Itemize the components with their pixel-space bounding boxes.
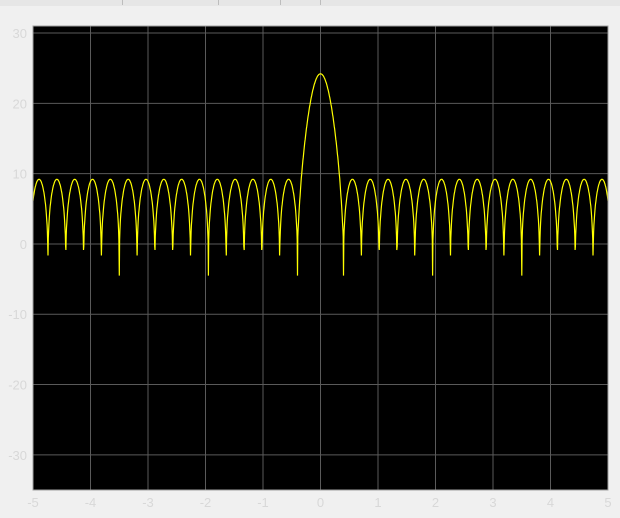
x-tick-label: -4 bbox=[85, 495, 97, 510]
y-tick-label: 20 bbox=[13, 96, 27, 111]
x-tick-label: 0 bbox=[317, 495, 324, 510]
y-tick-label: 10 bbox=[13, 167, 27, 182]
x-tick-label: 1 bbox=[374, 495, 381, 510]
x-tick-label: 5 bbox=[604, 495, 611, 510]
y-tick-label: -30 bbox=[8, 448, 27, 463]
y-tick-label: 0 bbox=[20, 237, 27, 252]
x-tick-label: -5 bbox=[27, 495, 39, 510]
x-tick-label: 2 bbox=[432, 495, 439, 510]
x-tick-label: 4 bbox=[547, 495, 554, 510]
x-tick-label: -2 bbox=[200, 495, 212, 510]
y-tick-label: -10 bbox=[8, 307, 27, 322]
scope-figure: -5 -4 -3 -2 -1 0 1 2 3 4 5 3020100-10-20-30 bbox=[0, 6, 620, 518]
y-tick-label: -20 bbox=[8, 378, 27, 393]
x-tick-label: -3 bbox=[142, 495, 154, 510]
y-tick-label: 30 bbox=[13, 26, 27, 41]
x-tick-label: 3 bbox=[489, 495, 496, 510]
x-tick-label: -1 bbox=[257, 495, 269, 510]
